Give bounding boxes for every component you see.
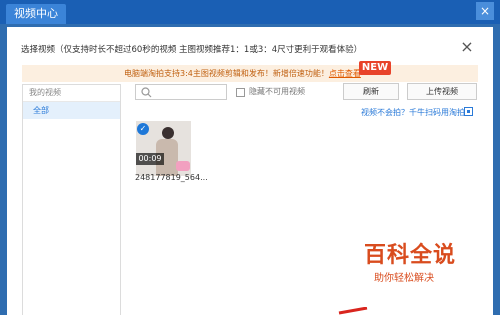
hide-unavailable-checkbox[interactable]: [236, 88, 245, 97]
notice-text-wrap: 电脑端淘拍支持3:4主图视频剪辑和发布！新增倍速功能！点击查看: [124, 65, 361, 82]
hide-unavailable-label: 隐藏不可用视频: [249, 87, 305, 96]
video-select-dialog: 选择视频（仅支持时长不超过60秒的视频 主图视频推荐1：1或3：4尺寸更利于观看…: [7, 27, 493, 315]
qr-code-icon[interactable]: [464, 107, 473, 116]
dialog-title: 选择视频（仅支持时长不超过60秒的视频 主图视频推荐1：1或3：4尺寸更利于观看…: [21, 45, 363, 55]
upload-video-button[interactable]: 上传视频: [407, 83, 477, 100]
sidebar-item-all[interactable]: 全部: [23, 102, 120, 119]
notice-link[interactable]: 点击查看: [329, 69, 361, 78]
notice-text: 电脑端淘拍支持3:4主图视频剪辑和发布！新增倍速功能！: [124, 69, 329, 78]
watermark-subtitle: 助你轻松解决: [374, 273, 434, 284]
video-duration: 00:09: [136, 153, 164, 165]
window-title-tab[interactable]: 视频中心: [6, 4, 66, 24]
scan-qr-link[interactable]: 视频不会拍？千牛扫码用淘拍: [361, 107, 465, 118]
refresh-button[interactable]: 刷新: [343, 83, 399, 100]
window-close-icon[interactable]: ×: [476, 2, 494, 20]
new-badge: NEW: [359, 61, 391, 75]
search-input[interactable]: [135, 84, 227, 100]
video-sidebar: 我的视频 全部: [22, 84, 121, 315]
video-name: 248177819_564...: [135, 173, 208, 182]
thumbnail-figure-head: [162, 127, 174, 139]
watermark-title: 百科全说: [364, 243, 457, 268]
window-titlebar: 视频中心 ×: [0, 0, 500, 24]
sidebar-header: 我的视频: [23, 85, 120, 102]
red-arrow-icon: [338, 307, 368, 315]
close-icon[interactable]: ×: [459, 39, 475, 55]
notice-banner: 电脑端淘拍支持3:4主图视频剪辑和发布！新增倍速功能！点击查看 NEW: [22, 61, 478, 82]
thumbnail-sticker: [176, 161, 190, 171]
search-icon: [141, 87, 152, 98]
selected-check-icon: ✓: [137, 123, 149, 135]
